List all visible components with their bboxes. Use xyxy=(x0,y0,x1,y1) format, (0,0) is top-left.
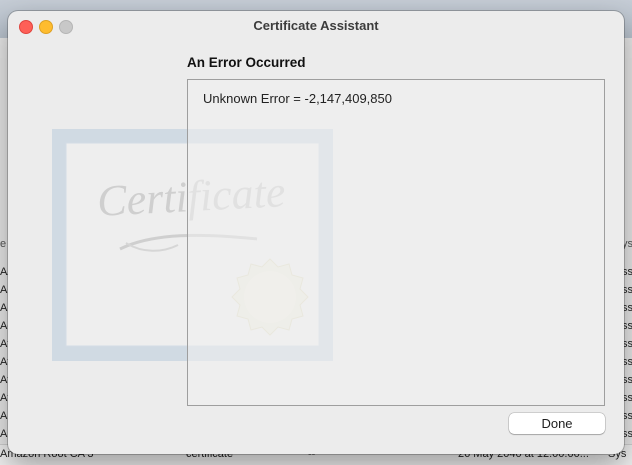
error-message: Unknown Error = -2,147,409,850 xyxy=(203,91,392,106)
background-column-header-left: e xyxy=(0,238,7,250)
title-bar: Certificate Assistant xyxy=(8,11,624,41)
error-heading: An Error Occurred xyxy=(187,55,306,70)
error-message-box: Unknown Error = -2,147,409,850 xyxy=(187,79,605,406)
certificate-assistant-window: Certificate Assistant Certificate An Err… xyxy=(8,11,624,454)
window-title: Certificate Assistant xyxy=(253,18,379,33)
done-button[interactable]: Done xyxy=(509,413,605,434)
